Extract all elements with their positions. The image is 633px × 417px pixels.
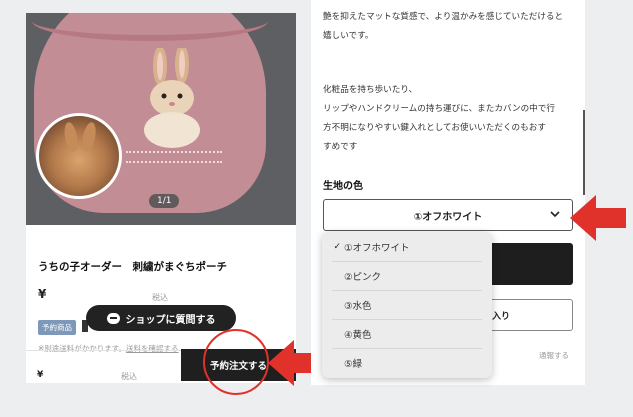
tax-label: 税込 xyxy=(152,293,168,302)
fabric-color-label: 生地の色 xyxy=(323,181,363,192)
check-icon: ✓ xyxy=(333,241,341,252)
description-line-5: 方不明になりやすい鍵入れとしてお使いいただくのもおす xyxy=(323,123,546,133)
rabbit-photo-thumbnail xyxy=(36,113,122,199)
option-label: ④黄色 xyxy=(344,329,372,341)
description-line-1: 艶を抑えたマットな質感で、より温かみを感じていただけると xyxy=(323,12,564,22)
description-line-2: 嬉しいです。 xyxy=(323,31,374,41)
product-page-left: 1/1 うちの子オーダー 刺繍がまぐちポーチ ¥ 税込 予約商品 ※別途送料がか… xyxy=(26,13,296,383)
product-image[interactable]: 1/1 xyxy=(26,13,296,225)
shipping-link[interactable]: 送料を確認する xyxy=(126,344,179,353)
footer-tax-label: 税込 xyxy=(121,372,137,381)
dropdown-option[interactable]: ②ピンク xyxy=(322,261,492,290)
image-pager: 1/1 xyxy=(149,194,180,208)
favorite-label: 入り xyxy=(491,312,510,322)
lace-embroidery xyxy=(126,151,222,163)
option-label: ②ピンク xyxy=(344,271,382,283)
embroidered-rabbit xyxy=(144,48,200,148)
red-arrow-left-icon xyxy=(570,195,626,241)
option-label: ⑤緑 xyxy=(344,358,363,370)
price-symbol: ¥ xyxy=(38,287,47,301)
dropdown-option[interactable]: ③水色 xyxy=(322,290,492,319)
description-line-6: すめです xyxy=(323,142,358,152)
footer-price-symbol: ¥ xyxy=(37,370,44,380)
ask-shop-label: ショップに質問する xyxy=(125,314,216,326)
highlight-circle xyxy=(203,329,269,395)
fabric-color-select[interactable]: ①オフホワイト xyxy=(323,199,573,231)
dropdown-option[interactable]: ✓ ①オフホワイト xyxy=(322,232,492,261)
description-line-4: リップやハンドクリームの持ち運びに、またカバンの中で行 xyxy=(323,104,555,114)
description-line-3: 化粧品を持ち歩いたり、 xyxy=(323,85,418,95)
product-title: うちの子オーダー 刺繍がまぐちポーチ xyxy=(38,261,227,273)
color-dropdown-menu: ✓ ①オフホワイト ②ピンク ③水色 ④黄色 ⑤緑 xyxy=(322,232,492,378)
dropdown-option[interactable]: ④黄色 xyxy=(322,319,492,348)
dropdown-option[interactable]: ⑤緑 xyxy=(322,348,492,377)
shipping-note: ※別途送料がかかります。送料を確認する xyxy=(38,343,179,354)
ask-shop-button[interactable]: ショップに質問する xyxy=(86,305,236,331)
selected-option: ①オフホワイト xyxy=(413,211,483,223)
option-label: ③水色 xyxy=(344,300,372,312)
preorder-badge: 予約商品 xyxy=(38,320,76,335)
report-link[interactable]: 通報する xyxy=(539,350,569,361)
chat-bubble-icon xyxy=(106,312,120,324)
chevron-down-icon xyxy=(550,211,560,218)
shipping-note-text: ※別途送料がかかります。 xyxy=(38,344,127,353)
scrollbar[interactable] xyxy=(583,110,585,195)
option-label: ①オフホワイト xyxy=(344,242,410,254)
